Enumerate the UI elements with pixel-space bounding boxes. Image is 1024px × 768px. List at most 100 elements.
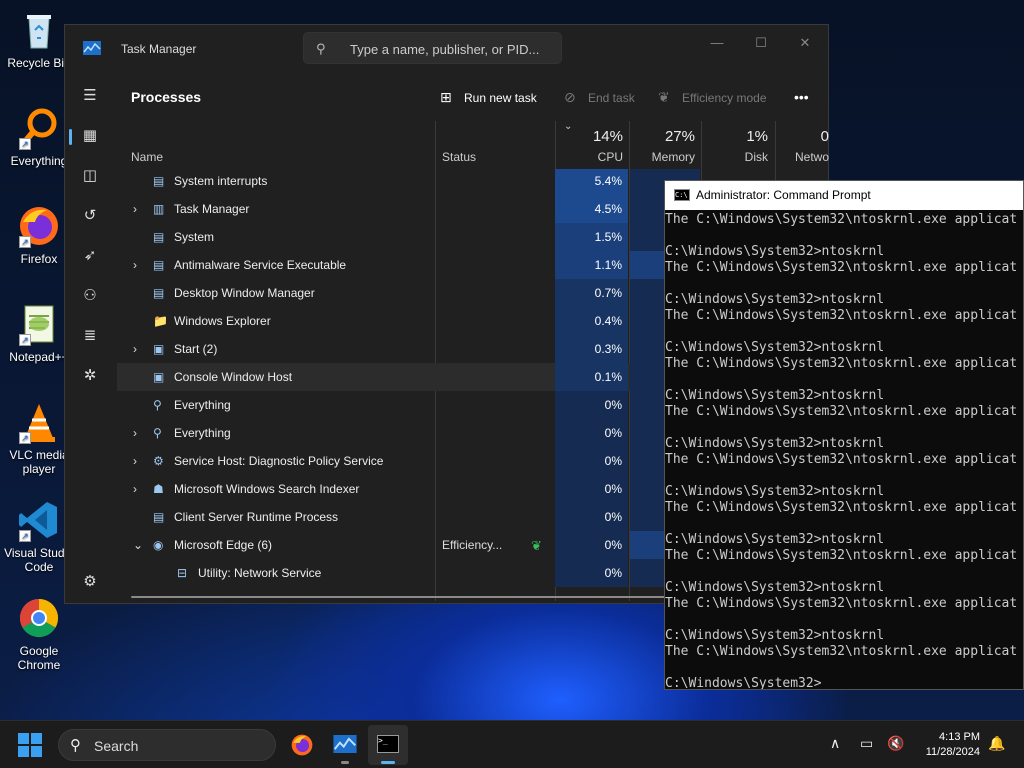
process-name: Start (2) bbox=[174, 342, 218, 356]
taskbar-search-box[interactable]: ⚲ Search bbox=[58, 729, 276, 761]
efficiency-leaf-icon: ❦ bbox=[531, 538, 542, 553]
leaf-icon: ❦ bbox=[658, 89, 670, 105]
shortcut-arrow-icon: ↗ bbox=[19, 432, 31, 444]
shortcut-arrow-icon: ↗ bbox=[19, 138, 31, 150]
column-header-cpu[interactable]: CPU bbox=[585, 150, 623, 164]
speaker-muted-icon[interactable]: 🔇 bbox=[887, 735, 904, 752]
process-icon: ▤ bbox=[153, 174, 165, 188]
task-manager-app-icon bbox=[83, 41, 101, 55]
windows-start-icon[interactable] bbox=[18, 733, 42, 757]
console-command-line: C:\Windows\System32>ntoskrnl bbox=[665, 628, 1023, 644]
hamburger-menu-icon[interactable]: ☰ bbox=[75, 81, 105, 111]
task-manager-titlebar[interactable]: Task Manager ⚲ Type a name, publisher, o… bbox=[65, 25, 828, 71]
console-command: ntoskrnl bbox=[821, 532, 885, 547]
chevron-right-icon[interactable]: › bbox=[133, 454, 137, 468]
chevron-right-icon[interactable]: › bbox=[133, 482, 137, 496]
column-header-status[interactable]: Status bbox=[442, 150, 476, 164]
chevron-down-icon[interactable]: ⌄ bbox=[133, 538, 143, 552]
process-cpu: 4.5% bbox=[555, 195, 628, 223]
column-header-memory[interactable]: Memory bbox=[645, 150, 695, 164]
chevron-right-icon[interactable]: › bbox=[133, 202, 137, 216]
cmd-app-icon: >_ bbox=[377, 735, 399, 753]
performance-nav-icon[interactable]: ◫ bbox=[75, 161, 105, 191]
startup-apps-nav-icon[interactable]: ➶ bbox=[75, 241, 105, 271]
process-cpu: 0% bbox=[555, 503, 628, 531]
show-hidden-icons-chevron-icon[interactable]: ∧ bbox=[830, 735, 840, 752]
process-icon: ☗ bbox=[153, 482, 164, 496]
console-prompt: C:\Windows\System32> bbox=[665, 292, 822, 307]
process-search-box[interactable]: ⚲ Type a name, publisher, or PID... bbox=[303, 32, 562, 64]
desktop-icon-chrome[interactable]: Google Chrome bbox=[2, 596, 76, 672]
run-new-task-button[interactable]: ⊞ Run new task bbox=[440, 88, 537, 108]
column-header-name[interactable]: Name bbox=[131, 150, 163, 164]
services-nav-icon[interactable]: ✲ bbox=[75, 361, 105, 391]
app-history-nav-icon[interactable]: ↺ bbox=[75, 201, 105, 231]
search-icon: ⚲ bbox=[70, 737, 81, 754]
process-name: Client Server Runtime Process bbox=[174, 510, 339, 524]
process-cpu: 0.3% bbox=[555, 335, 628, 363]
taskbar-command-prompt-button[interactable]: >_ bbox=[368, 725, 408, 765]
console-command-line: C:\Windows\System32>ntoskrnl bbox=[665, 292, 1023, 308]
console-command: ntoskrnl bbox=[821, 388, 885, 403]
notification-bell-icon[interactable]: 🔔 bbox=[988, 735, 1005, 752]
console-prompt: C:\Windows\System32> bbox=[665, 388, 822, 403]
disk-usage-total: 1% bbox=[746, 128, 768, 145]
efficiency-mode-button[interactable]: ❦ Efficiency mode bbox=[658, 88, 767, 108]
close-button[interactable]: ✕ bbox=[783, 31, 827, 55]
search-placeholder: Type a name, publisher, or PID... bbox=[350, 42, 540, 57]
chevron-right-icon[interactable]: › bbox=[133, 426, 137, 440]
shortcut-arrow-icon: ↗ bbox=[19, 334, 31, 346]
taskbar-task-manager-button[interactable] bbox=[325, 725, 365, 765]
process-cpu: 0% bbox=[555, 447, 628, 475]
sort-chevron-down-icon: ⌄ bbox=[564, 121, 573, 132]
console-command: ntoskrnl bbox=[821, 628, 885, 643]
cpu-usage-total: 14% bbox=[592, 128, 623, 145]
column-header-disk[interactable]: Disk bbox=[730, 150, 768, 164]
horizontal-scrollbar[interactable] bbox=[131, 596, 741, 598]
process-name: System bbox=[174, 230, 215, 244]
network-icon[interactable]: ▭ bbox=[860, 735, 873, 752]
network-usage-total: 0 bbox=[820, 128, 829, 145]
recycle-bin-icon bbox=[17, 8, 61, 52]
settings-gear-icon[interactable]: ⚙ bbox=[75, 567, 105, 597]
navigation-sidebar: ☰ ▦ ◫ ↺ ➶ ⚇ ≣ ✲ ⚙ bbox=[65, 71, 115, 605]
vlc-cone-icon: ↗ bbox=[17, 400, 61, 444]
chevron-right-icon[interactable]: › bbox=[133, 342, 137, 356]
process-icon: 📁 bbox=[153, 314, 168, 328]
process-cpu: 0.4% bbox=[555, 307, 628, 335]
process-icon: ▤ bbox=[153, 230, 165, 244]
users-nav-icon[interactable]: ⚇ bbox=[75, 281, 105, 311]
process-cpu: 0% bbox=[555, 391, 628, 419]
clock-time: 4:13 PM bbox=[939, 731, 980, 743]
console-prompt: C:\Windows\System32> bbox=[665, 628, 822, 643]
console-output[interactable]: The C:\Windows\System32\ntoskrnl.exe app… bbox=[665, 212, 1023, 689]
console-command: ntoskrnl bbox=[821, 580, 885, 595]
maximize-button[interactable]: ☐ bbox=[739, 31, 783, 55]
chevron-right-icon[interactable]: › bbox=[133, 258, 137, 272]
desktop-icon-label: Google Chrome bbox=[17, 644, 61, 672]
processes-nav-icon[interactable]: ▦ bbox=[69, 121, 105, 151]
column-header-network[interactable]: Netwo bbox=[795, 150, 829, 164]
details-nav-icon[interactable]: ≣ bbox=[75, 321, 105, 351]
process-cpu: 0.7% bbox=[555, 279, 628, 307]
command-prompt-titlebar[interactable]: C:\ Administrator: Command Prompt bbox=[665, 181, 1023, 210]
cmd-window-title: Administrator: Command Prompt bbox=[696, 188, 871, 202]
process-name: Console Window Host bbox=[174, 370, 293, 384]
console-error-line: The C:\Windows\System32\ntoskrnl.exe app… bbox=[665, 548, 1018, 563]
command-prompt-window[interactable]: C:\ Administrator: Command Prompt The C:… bbox=[664, 180, 1024, 690]
process-cpu: 0% bbox=[555, 531, 628, 559]
more-options-button[interactable]: ••• bbox=[794, 88, 809, 108]
run-new-task-icon: ⊞ bbox=[440, 89, 452, 105]
process-name: System interrupts bbox=[174, 174, 268, 188]
taskbar-firefox-button[interactable] bbox=[282, 725, 322, 765]
minimize-button[interactable]: — bbox=[695, 31, 739, 55]
system-clock[interactable]: 4:13 PM 11/28/2024 bbox=[926, 730, 980, 760]
shortcut-arrow-icon: ↗ bbox=[19, 530, 31, 542]
process-cpu: 0.1% bbox=[555, 363, 628, 391]
process-icon: ▣ bbox=[153, 370, 165, 384]
process-cpu: 0% bbox=[555, 475, 628, 503]
end-task-button[interactable]: ⊘ End task bbox=[564, 88, 635, 108]
